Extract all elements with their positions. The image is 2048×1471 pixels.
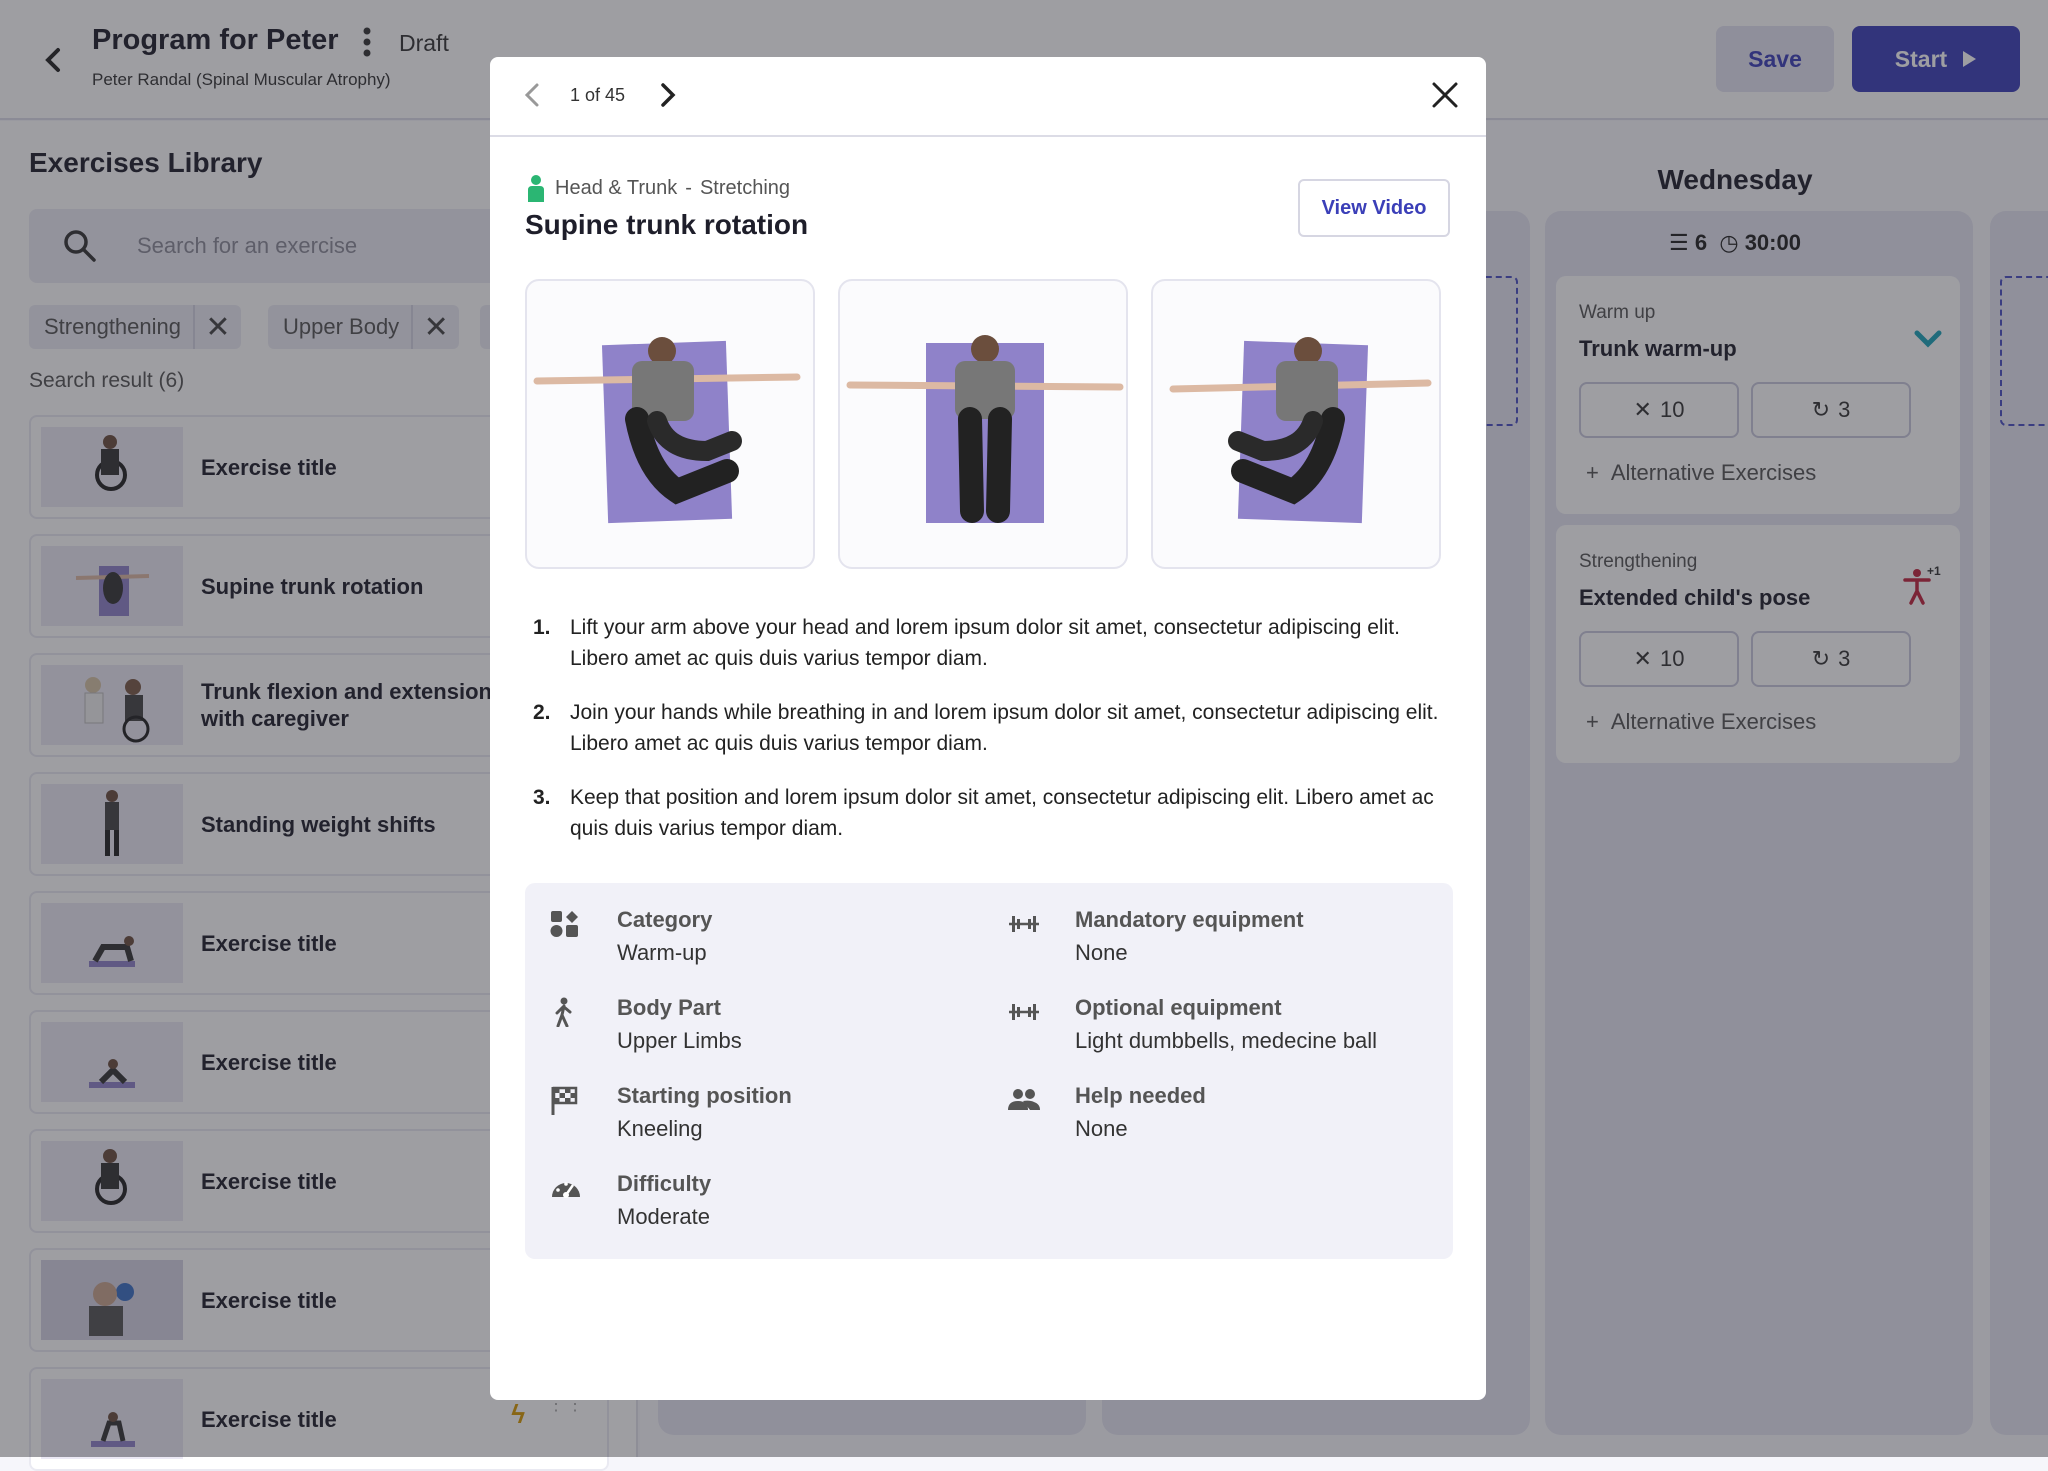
instruction-step: 2. Join your hands while breathing in an…	[525, 697, 1445, 759]
chevron-left-icon	[524, 83, 539, 107]
person-icon	[528, 175, 544, 202]
step-number: 3.	[533, 786, 551, 809]
breadcrumb-separator: -	[685, 176, 692, 199]
instruction-step: 3. Keep that position and lorem ipsum do…	[525, 782, 1445, 844]
dumbbell-icon	[1009, 1004, 1039, 1020]
exercise-detail-modal: 1 of 45 Head & Trunk - Stretching Supine…	[490, 57, 1486, 1400]
exercise-counter: 1 of 45	[570, 85, 626, 105]
exercise-type: Stretching	[699, 176, 791, 199]
category-icon	[550, 911, 578, 937]
detail-label: Starting position	[617, 1083, 792, 1108]
detail-label: Difficulty	[617, 1171, 712, 1196]
modal-navigation: 1 of 45	[490, 57, 1486, 137]
instruction-steps: 1. Lift your arm above your head and lor…	[525, 612, 1445, 867]
next-button[interactable]	[656, 75, 680, 123]
detail-value: Warm-up	[617, 940, 707, 965]
detail-value: Kneeling	[617, 1116, 703, 1141]
view-video-button[interactable]: View Video	[1298, 179, 1450, 237]
detail-value: Moderate	[617, 1204, 710, 1229]
detail-value: None	[1075, 1116, 1128, 1141]
close-modal-button[interactable]	[1430, 75, 1460, 122]
exercise-breadcrumb: Head & Trunk - Stretching	[525, 174, 790, 202]
detail-label: Optional equipment	[1075, 995, 1282, 1020]
people-icon	[1008, 1089, 1040, 1110]
instruction-step: 1. Lift your arm above your head and lor…	[525, 612, 1445, 674]
detail-label: Category	[617, 907, 713, 932]
detail-label: Help needed	[1075, 1083, 1206, 1108]
exercise-photo-3	[1151, 279, 1441, 569]
step-number: 2.	[533, 701, 551, 724]
exercise-title: Supine trunk rotation	[525, 209, 809, 240]
previous-button[interactable]	[520, 75, 544, 123]
exercise-details-panel: Category Warm-up Body Part Upper Limbs S…	[525, 883, 1453, 1259]
step-number: 1.	[533, 616, 551, 639]
checkered-flag-icon	[551, 1086, 578, 1115]
step-text: Join your hands while breathing in and l…	[570, 701, 1439, 755]
detail-label: Mandatory equipment	[1075, 907, 1304, 932]
body-region: Head & Trunk	[555, 176, 678, 199]
exercise-photo-1	[525, 279, 815, 569]
chevron-right-icon	[661, 83, 676, 107]
detail-value: None	[1075, 940, 1128, 965]
dumbbell-icon	[1009, 916, 1039, 932]
close-icon	[1432, 82, 1458, 108]
detail-label: Body Part	[617, 995, 721, 1020]
detail-value: Upper Limbs	[617, 1028, 742, 1053]
detail-value: Light dumbbells, medecine ball	[1075, 1028, 1378, 1053]
step-text: Lift your arm above your head and lorem …	[570, 616, 1400, 670]
step-text: Keep that position and lorem ipsum dolor…	[570, 786, 1434, 840]
walking-person-icon	[555, 997, 572, 1027]
exercise-photo-2	[838, 279, 1128, 569]
speedometer-icon	[552, 1182, 580, 1198]
